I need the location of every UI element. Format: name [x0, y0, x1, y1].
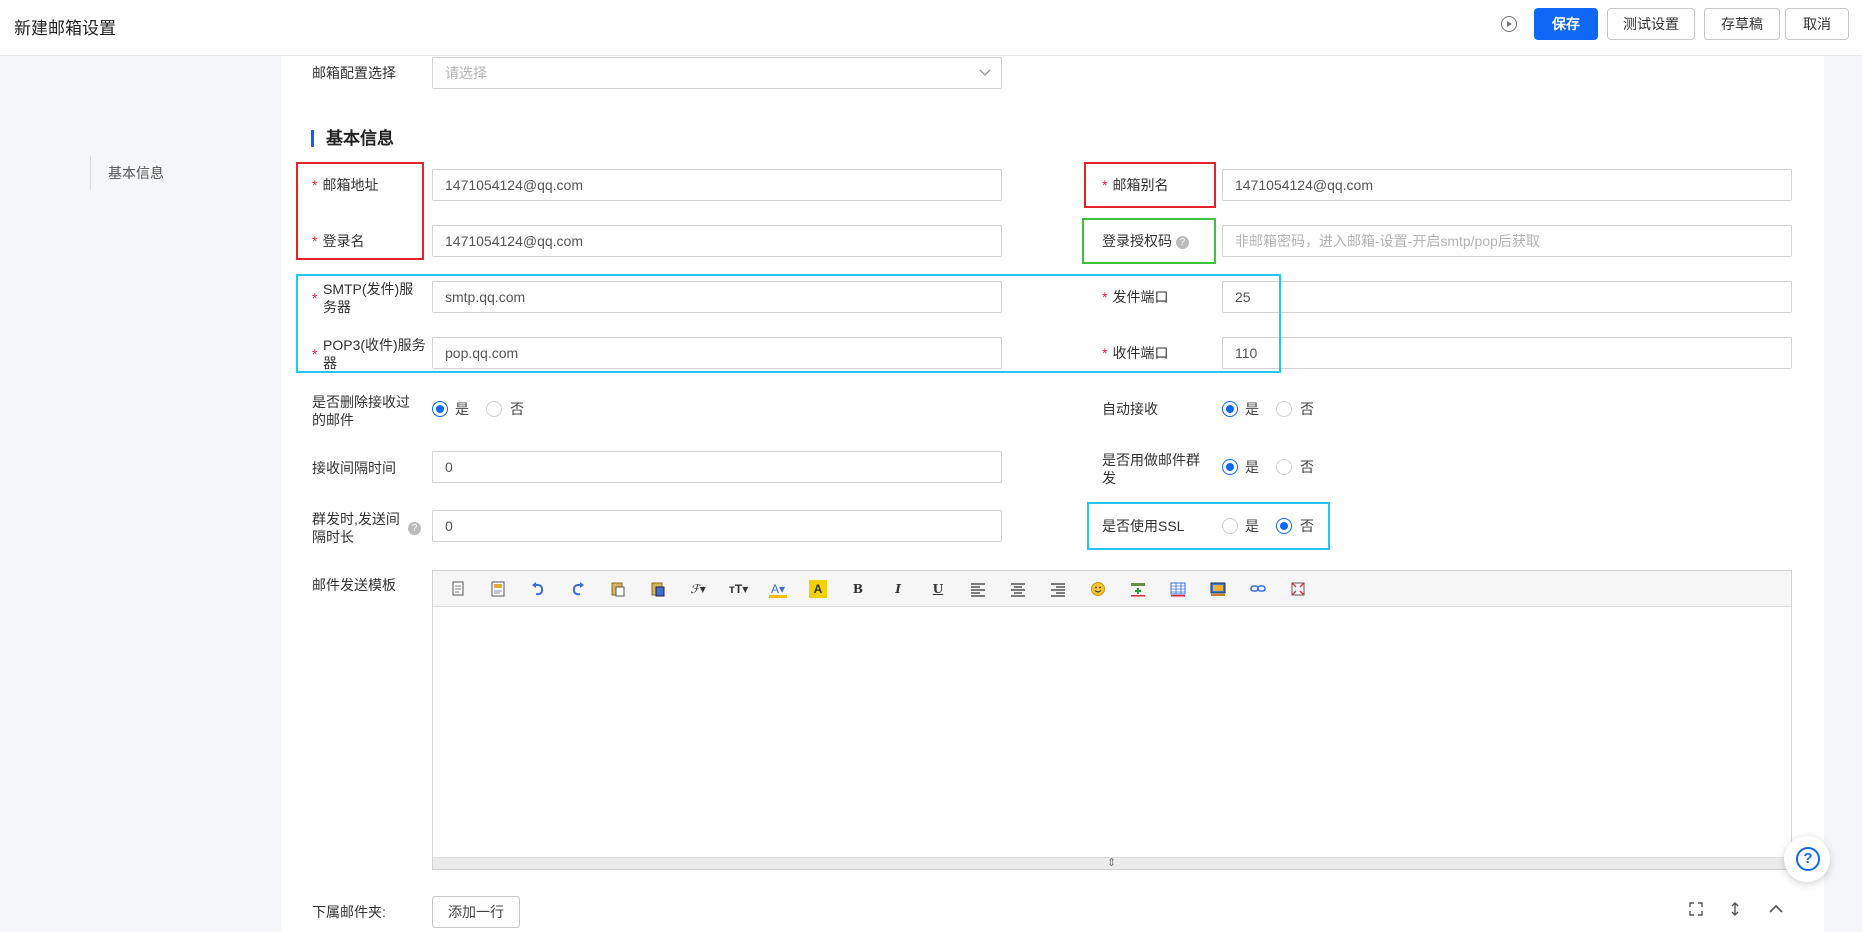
emoji-icon[interactable] [1089, 580, 1107, 598]
font-size-icon[interactable]: ᴛT▾ [729, 580, 748, 598]
auto-receive-no-label: 否 [1300, 401, 1314, 417]
delete-received-no-label: 否 [510, 401, 524, 417]
link-icon[interactable] [1249, 580, 1267, 598]
font-family-icon[interactable]: ℱ▾ [689, 580, 707, 598]
send-interval-input[interactable]: 0 [432, 510, 1002, 542]
auto-receive-yes-radio[interactable] [1222, 401, 1238, 417]
save-draft-button[interactable]: 存草稿 [1704, 8, 1780, 40]
delete-received-no-radio[interactable] [486, 401, 502, 417]
source-icon[interactable] [449, 580, 467, 598]
mass-send-label-line2: 发 [1102, 470, 1116, 486]
template-label: 邮件发送模板 [312, 577, 396, 593]
redo-icon[interactable] [569, 580, 587, 598]
section-title-basic-info: 基本信息 [311, 130, 394, 147]
send-interval-label: 群发时,发送间 隔时长 [312, 510, 400, 546]
editor-resize-handle[interactable]: ⇕ [433, 857, 1791, 869]
resize-grip-icon: ⇕ [1107, 857, 1117, 869]
highlight-box-red [1084, 162, 1216, 208]
save-button[interactable]: 保存 [1534, 8, 1598, 40]
auto-receive-label: 自动接收 [1102, 401, 1158, 417]
subfolder-label: 下属邮件夹: [312, 904, 386, 920]
highlight-box-red [296, 162, 424, 260]
send-interval-label-line1: 群发时,发送间 [312, 511, 400, 527]
help-fab-icon[interactable] [1784, 836, 1830, 882]
highlight-box-blue [1087, 502, 1330, 550]
cancel-button[interactable]: 取消 [1785, 8, 1849, 40]
page-title: 新建邮箱设置 [14, 19, 116, 38]
mass-send-yes-radio[interactable] [1222, 459, 1238, 475]
send-port-input[interactable]: 25 [1222, 281, 1792, 313]
editor-toolbar: ℱ▾ ᴛT▾ A▾ A B I U [433, 571, 1791, 607]
auto-receive-no-radio[interactable] [1276, 401, 1292, 417]
align-left-icon[interactable] [969, 580, 987, 598]
align-right-icon[interactable] [1049, 580, 1067, 598]
header-bar: 新建邮箱设置 保存 测试设置 存草稿 取消 [0, 0, 1862, 56]
config-select-label: 邮箱配置选择 [312, 65, 396, 81]
paste-word-icon[interactable] [649, 580, 667, 598]
rich-text-editor[interactable]: ℱ▾ ᴛT▾ A▾ A B I U ⇕ [432, 570, 1792, 870]
auth-code-input[interactable]: 非邮箱密码，进入邮箱-设置-开启smtp/pop后获取 [1222, 225, 1792, 257]
add-row-button[interactable]: 添加一行 [432, 896, 520, 928]
mass-send-no-label: 否 [1300, 459, 1314, 475]
table-icon[interactable] [1169, 580, 1187, 598]
template-icon[interactable] [489, 580, 507, 598]
play-icon[interactable] [1501, 16, 1517, 32]
delete-received-label: 是否删除接收过 的邮件 [312, 393, 410, 429]
sidebar: 基本信息 [0, 56, 280, 932]
highlight-box-blue [296, 274, 1281, 373]
insert-image-icon[interactable] [1129, 580, 1147, 598]
send-interval-label-line2: 隔时长 [312, 529, 354, 545]
help-icon[interactable]: ? [408, 522, 421, 535]
mass-send-label-line1: 是否用做邮件群 [1102, 452, 1200, 468]
delete-received-yes-label: 是 [455, 401, 469, 417]
highlight-box-green [1082, 218, 1216, 264]
delete-received-yes-radio[interactable] [432, 401, 448, 417]
paste-icon[interactable] [609, 580, 627, 598]
test-settings-button[interactable]: 测试设置 [1607, 8, 1695, 40]
config-select-placeholder: 请选择 [445, 65, 487, 81]
font-color-icon[interactable]: A▾ [769, 580, 787, 598]
italic-icon[interactable]: I [889, 580, 907, 598]
email-address-input[interactable]: 1471054124@qq.com [432, 169, 1002, 201]
login-name-input[interactable]: 1471054124@qq.com [432, 225, 1002, 257]
undo-icon[interactable] [529, 580, 547, 598]
chevron-down-icon [979, 69, 991, 76]
mass-send-label: 是否用做邮件群 发 [1102, 451, 1200, 487]
fullscreen-icon[interactable] [1289, 580, 1307, 598]
receive-interval-label: 接收间隔时间 [312, 460, 396, 476]
vertical-resize-icon[interactable] [1725, 901, 1745, 921]
mass-send-no-radio[interactable] [1276, 459, 1292, 475]
auto-receive-yes-label: 是 [1245, 401, 1259, 417]
sidebar-item-basic-info[interactable]: 基本信息 [90, 156, 164, 190]
highlight-color-icon[interactable]: A [809, 580, 827, 598]
config-select[interactable]: 请选择 [432, 57, 1002, 89]
chevron-up-icon[interactable] [1766, 901, 1786, 921]
delete-received-label-line2: 的邮件 [312, 412, 354, 428]
media-icon[interactable] [1209, 580, 1227, 598]
expand-icon[interactable] [1686, 901, 1706, 921]
underline-icon[interactable]: U [929, 580, 947, 598]
bold-icon[interactable]: B [849, 580, 867, 598]
receive-port-input[interactable]: 110 [1222, 337, 1792, 369]
delete-received-label-line1: 是否删除接收过 [312, 394, 410, 410]
receive-interval-input[interactable]: 0 [432, 451, 1002, 483]
mass-send-yes-label: 是 [1245, 459, 1259, 475]
email-alias-input[interactable]: 1471054124@qq.com [1222, 169, 1792, 201]
align-center-icon[interactable] [1009, 580, 1027, 598]
